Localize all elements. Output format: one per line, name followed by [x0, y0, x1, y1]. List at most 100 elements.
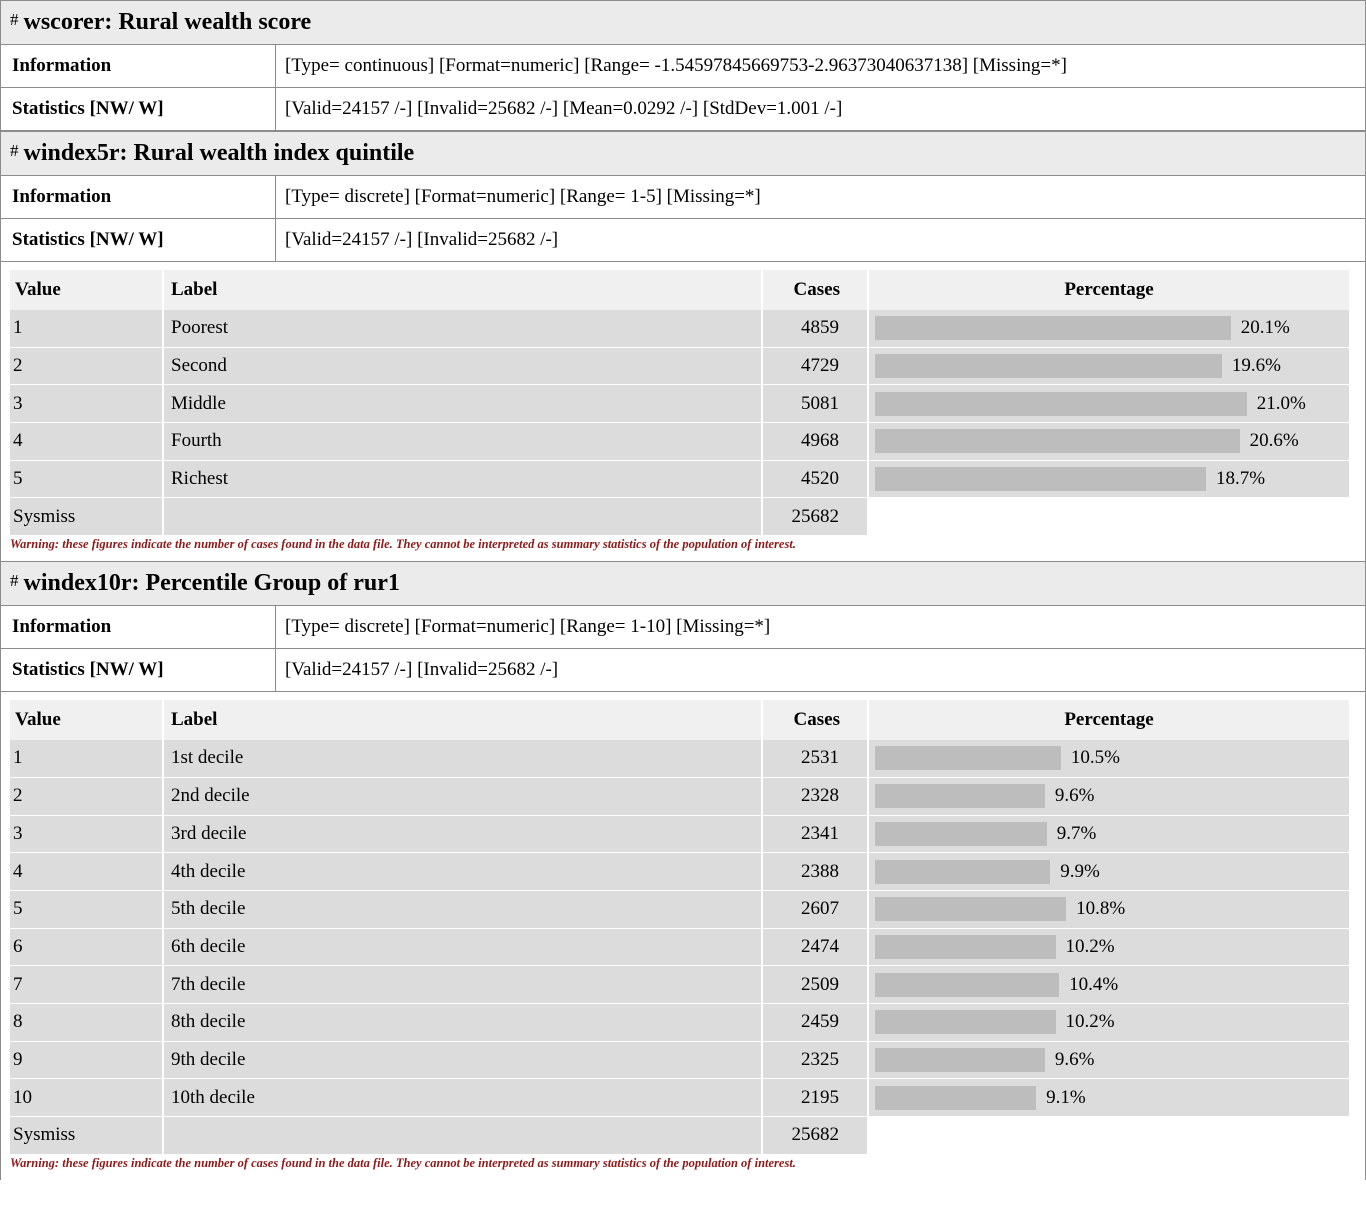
information-label: Information: [1, 45, 276, 87]
sysmiss-cases: 25682: [763, 1117, 869, 1154]
column-header: Label: [164, 700, 763, 741]
row-label: 8th decile: [164, 1003, 763, 1041]
column-header: Percentage: [869, 270, 1349, 310]
row-percentage: 9.9%: [869, 853, 1349, 890]
row-label: 9th decile: [164, 1041, 763, 1079]
row-cases: 4729: [763, 347, 869, 385]
row-cases: 4968: [763, 423, 869, 460]
row-cases: 2474: [763, 928, 869, 966]
statistics-value: [Valid=24157 /-] [Invalid=25682 /-]: [285, 229, 559, 250]
sysmiss-empty: [164, 498, 763, 536]
sysmiss-empty: [164, 1117, 763, 1154]
percentage-label: 20.1%: [1240, 317, 1290, 339]
frequency-table: Value Label Cases Percentage 1 1st decile 2531…: [0, 692, 1366, 1155]
variable-title[interactable]: # wscorer: Rural wealth score: [0, 0, 1366, 45]
percentage-label: 20.6%: [1249, 430, 1299, 452]
percentage-label: 9.1%: [1046, 1086, 1086, 1108]
percentage-bar: [875, 859, 1051, 884]
row-label: 6th decile: [164, 928, 763, 966]
row-cases: 5081: [763, 385, 869, 423]
column-header: Value: [10, 270, 164, 310]
row-percentage: 9.6%: [869, 777, 1349, 815]
frequency-table-header: Value Label Cases Percentage: [10, 270, 1356, 310]
warning-note: Warning: these figures indicate the numb…: [0, 536, 1366, 562]
sysmiss-cases: 25682: [763, 498, 869, 536]
percentage-label: 9.9%: [1060, 860, 1100, 882]
row-value: 4: [10, 853, 164, 890]
row-value: 3: [10, 385, 164, 423]
row-percentage: 18.7%: [869, 460, 1349, 498]
variable-title-text: wscorer: Rural wealth score: [23, 9, 312, 35]
information-value: [Type= discrete] [Format=numeric] [Range…: [285, 186, 761, 207]
percentage-bar: [875, 1085, 1037, 1110]
percentage-label: 10.2%: [1065, 935, 1115, 957]
sysmiss-percentage-empty: [869, 1117, 1349, 1154]
row-cases: 2195: [763, 1079, 869, 1116]
table-row: 2 Second 4729 19.6%: [10, 347, 1356, 386]
row-percentage: 9.6%: [869, 1041, 1349, 1079]
variable-title[interactable]: # windex10r: Percentile Group of rur1: [0, 561, 1366, 607]
row-cases: 2325: [763, 1041, 869, 1079]
row-percentage: 20.1%: [869, 310, 1349, 347]
percentage-bar: [875, 467, 1206, 492]
row-value: 3: [10, 815, 164, 853]
row-cases: 2459: [763, 1003, 869, 1041]
row-percentage: 10.8%: [869, 890, 1349, 928]
percentage-label: 21.0%: [1256, 392, 1306, 414]
sysmiss-row: Sysmiss 25682: [10, 498, 1356, 537]
column-header: Percentage: [869, 700, 1349, 741]
table-row: 1 1st decile 2531 10.5%: [10, 740, 1356, 778]
hash-anchor-icon[interactable]: #: [10, 571, 19, 591]
table-row: 6 6th decile 2474 10.2%: [10, 928, 1356, 967]
variable-title-text: windex5r: Rural wealth index quintile: [23, 140, 415, 166]
row-label: 5th decile: [164, 890, 763, 928]
row-value: 8: [10, 1003, 164, 1041]
row-label: Poorest: [164, 310, 763, 347]
statistics-row: Statistics [NW/ W] [Valid=24157 /-] [Inva…: [0, 88, 1366, 131]
hash-anchor-icon[interactable]: #: [10, 141, 19, 161]
variable-section: # windex10r: Percentile Group of rur1 Info…: [0, 561, 1366, 1180]
percentage-bar: [875, 391, 1247, 416]
statistics-label: Statistics [NW/ W]: [1, 88, 276, 130]
percentage-bar: [875, 897, 1067, 922]
row-cases: 2328: [763, 777, 869, 815]
percentage-bar: [875, 784, 1045, 809]
row-value: 1: [10, 740, 164, 777]
row-value: 4: [10, 423, 164, 460]
percentage-bar: [875, 821, 1047, 846]
row-label: 10th decile: [164, 1079, 763, 1116]
information-row: Information [Type= continuous] [Format=nu…: [0, 45, 1366, 88]
row-value: 5: [10, 460, 164, 498]
row-label: 2nd decile: [164, 777, 763, 815]
row-percentage: 19.6%: [869, 347, 1349, 385]
information-label: Information: [1, 606, 276, 649]
row-percentage: 10.5%: [869, 740, 1349, 777]
row-value: 1: [10, 310, 164, 347]
percentage-bar: [875, 429, 1240, 454]
row-value: 2: [10, 777, 164, 815]
warning-note: Warning: these figures indicate the numb…: [0, 1154, 1366, 1180]
row-cases: 2341: [763, 815, 869, 853]
column-header: Cases: [763, 270, 869, 310]
variable-section: # wscorer: Rural wealth score Information[…: [0, 0, 1366, 131]
variable-section: # windex5r: Rural wealth index quintile In…: [0, 131, 1366, 562]
variable-title[interactable]: # windex5r: Rural wealth index quintile: [0, 131, 1366, 176]
row-percentage: 10.2%: [869, 1003, 1349, 1041]
row-cases: 2531: [763, 740, 869, 777]
information-row: Information [Type= discrete] [Format=nume…: [0, 606, 1366, 650]
table-row: 4 4th decile 2388 9.9%: [10, 853, 1356, 891]
sysmiss-row: Sysmiss 25682: [10, 1117, 1356, 1155]
row-label: 3rd decile: [164, 815, 763, 853]
row-value: 10: [10, 1079, 164, 1116]
information-label: Information: [1, 176, 276, 218]
table-row: 3 Middle 5081 21.0%: [10, 385, 1356, 424]
row-value: 5: [10, 890, 164, 928]
row-percentage: 10.2%: [869, 928, 1349, 966]
information-value: [Type= continuous] [Format=numeric] [Ran…: [285, 55, 1067, 76]
table-row: 3 3rd decile 2341 9.7%: [10, 815, 1356, 854]
hash-anchor-icon[interactable]: #: [10, 10, 19, 30]
statistics-value: [Valid=24157 /-] [Invalid=25682 /-]: [285, 659, 559, 681]
percentage-label: 10.8%: [1076, 898, 1126, 920]
column-header: Label: [164, 270, 763, 310]
sysmiss-label: Sysmiss: [10, 498, 164, 536]
